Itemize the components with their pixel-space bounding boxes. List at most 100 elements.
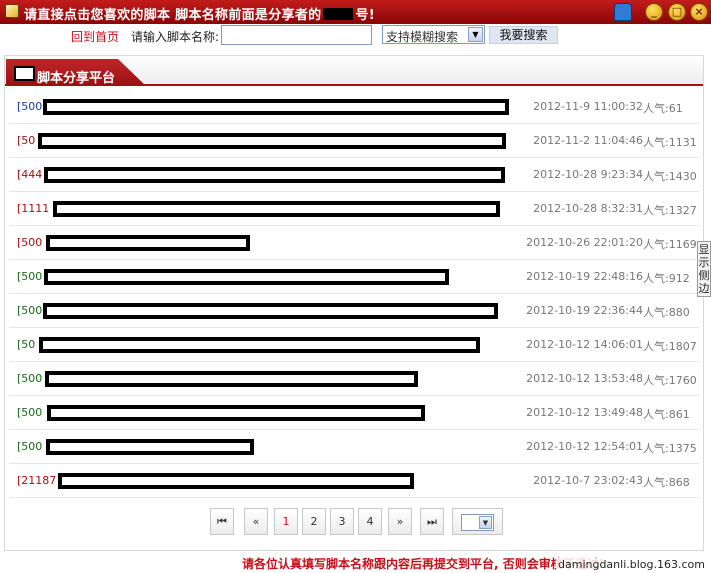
post-date: 2012-10-19 22:36:44 [526,304,643,317]
popularity-count: 人气:1430 [643,170,697,183]
list-item: [50 2012-10-12 14:06:01 人气:1807 [9,328,699,362]
search-button[interactable]: 我要搜索 [489,26,558,44]
script-title-link[interactable] [43,99,509,115]
script-title-link[interactable] [58,473,414,489]
next-page-button[interactable]: » [388,508,412,535]
post-date: 2012-10-28 8:32:31 [533,202,643,215]
script-name-input[interactable] [221,25,372,45]
title-bar: 请直接点击您喜欢的脚本 脚本名称前面是分享者的 号! _ □ × [0,0,711,24]
popularity-count: 人气:861 [643,408,690,421]
section-header: 脚本分享平台 [5,56,703,86]
post-date: 2012-10-19 22:48:16 [526,270,643,283]
sharer-id: [50 [17,134,36,147]
minimize-button[interactable]: _ [645,3,663,21]
script-title-link[interactable] [45,371,418,387]
post-date: 2012-10-28 9:23:34 [533,168,643,181]
script-title-link[interactable] [39,337,480,353]
close-button[interactable]: × [690,3,708,21]
list-item: [444 2012-10-28 9:23:34 人气:1430 [9,158,699,192]
last-page-button[interactable]: ⏭ [420,508,444,535]
script-title-link[interactable] [46,439,254,455]
list-item: [21187 2012-10-7 23:02:43 人气:868 [9,464,699,498]
redaction-block [14,66,35,81]
post-date: 2012-11-9 11:00:32 [533,100,643,113]
popularity-count: 人气:1131 [643,136,697,149]
sharer-id: [500 [17,406,43,419]
sharer-id: [1111 [17,202,50,215]
list-item: [500 2012-10-12 13:53:48 人气:1760 [9,362,699,396]
section-tab: 脚本分享平台 [6,59,146,86]
page-jump-box: ▼ [461,514,494,531]
dropdown-arrow-icon: ▼ [468,27,483,42]
page-jump-select[interactable]: ▼ [452,508,503,535]
maximize-button[interactable]: □ [668,3,686,21]
list-item: [500 2012-10-26 22:01:20 人气:1169 [9,226,699,260]
footer: 请各位认真填写脚本名称跟内容后再提交到平台, 否则会审核不通过! damingd… [0,551,711,573]
post-date: 2012-10-12 12:54:01 [526,440,643,453]
popularity-count: 人气:880 [643,306,690,319]
page-1-button[interactable]: 1 [274,508,298,535]
redaction-block [323,8,354,20]
home-link[interactable]: 回到首页 [71,28,119,45]
script-list-panel: 脚本分享平台 [500 2012-11-9 11:00:32 人气:61 [50 201… [4,55,704,551]
sharer-id: [500 [17,236,43,249]
page-2-button[interactable]: 2 [302,508,326,535]
popularity-count: 人气:1807 [643,340,697,353]
script-title-link[interactable] [43,303,498,319]
post-date: 2012-10-12 13:49:48 [526,406,643,419]
popularity-count: 人气:1169 [643,238,697,251]
list-item: [500 2012-10-19 22:36:44 人气:880 [9,294,699,328]
prev-page-button[interactable]: « [244,508,268,535]
popularity-count: 人气:1327 [643,204,697,217]
page-4-button[interactable]: 4 [358,508,382,535]
section-title: 脚本分享平台 [37,71,116,86]
script-title-link[interactable] [46,235,250,251]
sharer-id: [50 [17,338,36,351]
list-item: [500 2012-10-12 13:49:48 人气:861 [9,396,699,430]
search-mode-value: 支持模糊搜索 [386,30,459,44]
app-icon [5,4,19,18]
sharer-id: [500 [17,372,43,385]
post-date: 2012-10-26 22:01:20 [526,236,643,249]
window-title-part2: 号! [355,8,375,23]
popularity-count: 人气:61 [643,102,683,115]
sharer-id: [500 [17,100,43,113]
post-date: 2012-10-12 14:06:01 [526,338,643,351]
search-toolbar: 回到首页 请输入脚本名称: 支持模糊搜索 ▼ 我要搜索 [0,24,711,46]
popularity-count: 人气:1760 [643,374,697,387]
sharer-id: [500 [17,304,43,317]
sharer-id: [500 [17,440,43,453]
popularity-count: 人气:1375 [643,442,697,455]
popularity-count: 人气:912 [643,272,690,285]
post-date: 2012-10-12 13:53:48 [526,372,643,385]
post-date: 2012-10-7 23:02:43 [533,474,643,487]
script-title-link[interactable] [53,201,500,217]
search-mode-select[interactable]: 支持模糊搜索 ▼ [382,25,485,44]
first-page-button[interactable]: ⏮ [210,508,234,535]
dropdown-arrow-icon: ▼ [479,516,492,529]
watermark: damingdanli.blog.163.com [556,558,707,571]
list-item: [500 2012-10-12 12:54:01 人气:1375 [9,430,699,464]
window-title: 请直接点击您喜欢的脚本 脚本名称前面是分享者的 号! [24,4,375,23]
script-name-label: 请输入脚本名称: [131,30,220,44]
window-title-part1: 请直接点击您喜欢的脚本 脚本名称前面是分享者的 [24,8,322,23]
script-title-link[interactable] [44,269,449,285]
script-title-link[interactable] [47,405,425,421]
show-sidebar-tab[interactable]: 显示侧边 [697,241,711,297]
list-item: [500 2012-11-9 11:00:32 人气:61 [9,90,699,124]
script-title-link[interactable] [38,133,506,149]
list-item: [1111 2012-10-28 8:32:31 人气:1327 [9,192,699,226]
script-list: [500 2012-11-9 11:00:32 人气:61 [50 2012-11-2 … [9,90,699,498]
pagination: ⏮ « 1 2 3 4 » ⏭ ▼ [210,508,510,536]
list-item: [50 2012-11-2 11:04:46 人气:1131 [9,124,699,158]
list-item: [500 2012-10-19 22:48:16 人气:912 [9,260,699,294]
popularity-count: 人气:868 [643,476,690,489]
post-date: 2012-11-2 11:04:46 [533,134,643,147]
footer-notice: 请各位认真填写脚本名称跟内容后再提交到平台, 否则会审核不通过! [242,557,605,571]
page-3-button[interactable]: 3 [330,508,354,535]
skin-icon[interactable] [614,3,632,21]
sharer-id: [444 [17,168,43,181]
script-title-link[interactable] [44,167,505,183]
sharer-id: [500 [17,270,43,283]
sharer-id: [21187 [17,474,57,487]
